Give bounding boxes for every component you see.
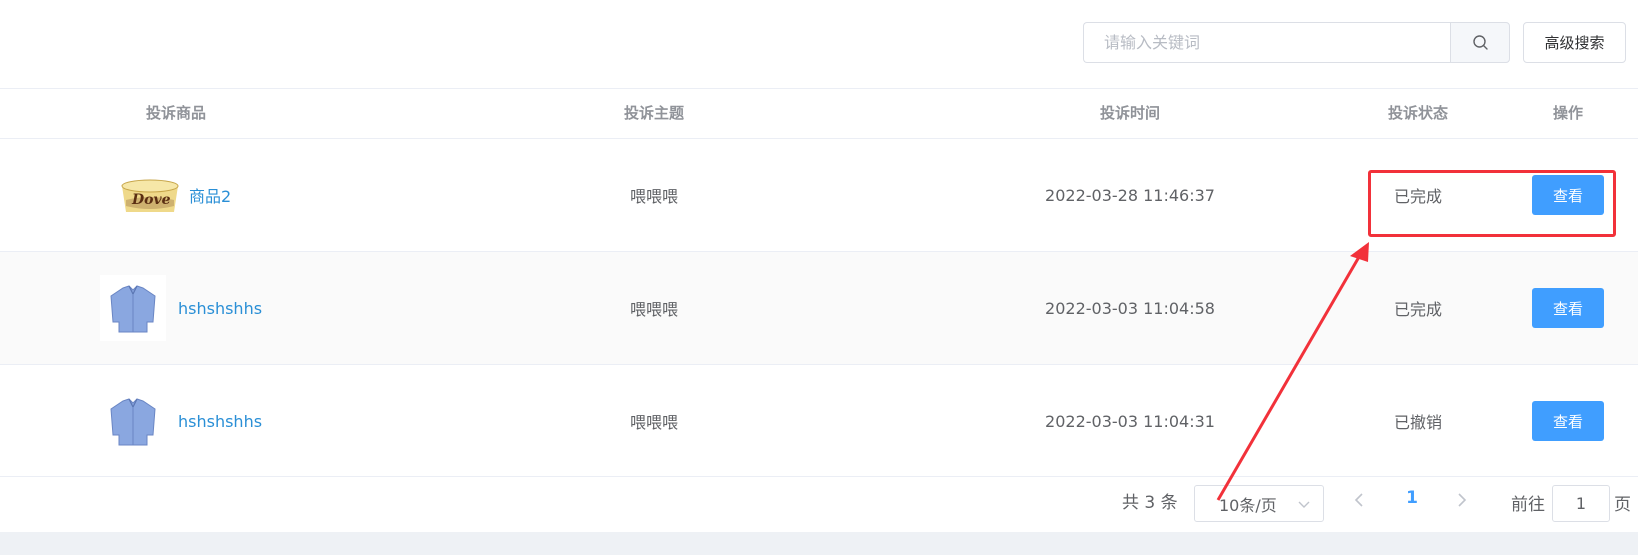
view-button[interactable]: 查看 <box>1532 288 1604 328</box>
blue-shirt-thumbnail <box>100 275 166 341</box>
view-button[interactable]: 查看 <box>1532 401 1604 441</box>
search-icon <box>1472 35 1488 50</box>
page-number-current[interactable]: 1 <box>1400 488 1424 508</box>
header-status: 投诉状态 <box>1387 104 1448 122</box>
header-product: 投诉商品 <box>145 104 206 122</box>
search-button[interactable] <box>1450 22 1510 63</box>
pagination-total: 共 3 条 <box>1122 493 1178 513</box>
product-cell: hshshshhs <box>100 252 262 364</box>
table-row: hshshshhs 喂喂喂 2022-03-03 11:04:58 已完成 查看 <box>0 252 1638 364</box>
header-subject: 投诉主题 <box>623 104 684 122</box>
subject-cell: 喂喂喂 <box>629 187 678 206</box>
table-bottom-border <box>0 476 1638 477</box>
action-cell: 查看 <box>1528 252 1608 364</box>
chevron-down-icon <box>1298 501 1310 508</box>
search-bar <box>1083 22 1510 63</box>
subject-cell: 喂喂喂 <box>629 413 678 432</box>
chevron-right-icon[interactable] <box>1455 492 1469 508</box>
status-cell: 已完成 <box>1393 300 1442 319</box>
product-cell: Dove 商品2 <box>117 139 231 251</box>
page-suffix-label: 页 <box>1614 495 1631 515</box>
advanced-search-button[interactable]: 高级搜索 <box>1523 22 1626 63</box>
time-cell: 2022-03-03 11:04:58 <box>1045 298 1215 318</box>
product-link[interactable]: hshshshhs <box>178 299 262 318</box>
goto-page-input[interactable] <box>1552 485 1610 522</box>
header-action: 操作 <box>1552 104 1583 122</box>
page-size-value: 10条/页 <box>1219 495 1277 515</box>
svg-text:Dove: Dove <box>131 192 171 208</box>
search-input[interactable] <box>1083 22 1451 63</box>
time-cell: 2022-03-28 11:46:37 <box>1045 185 1215 205</box>
chevron-left-icon[interactable] <box>1352 492 1366 508</box>
annotation-highlight-box <box>1368 170 1616 237</box>
action-cell: 查看 <box>1528 365 1608 477</box>
product-link[interactable]: hshshshhs <box>178 412 262 431</box>
footer-strip <box>0 532 1638 555</box>
status-cell: 已撤销 <box>1393 413 1442 432</box>
goto-label: 前往 <box>1511 495 1545 515</box>
table-row: hshshshhs 喂喂喂 2022-03-03 11:04:31 已撤销 查看 <box>0 365 1638 477</box>
time-cell: 2022-03-03 11:04:31 <box>1045 411 1215 431</box>
header-time: 投诉时间 <box>1099 104 1160 122</box>
page-size-select[interactable]: 10条/页 <box>1194 485 1324 522</box>
product-cell: hshshshhs <box>100 365 262 477</box>
subject-cell: 喂喂喂 <box>629 300 678 319</box>
blue-shirt-thumbnail <box>100 388 166 454</box>
dove-chocolate-thumbnail: Dove <box>117 162 183 228</box>
product-link[interactable]: 商品2 <box>189 183 231 207</box>
